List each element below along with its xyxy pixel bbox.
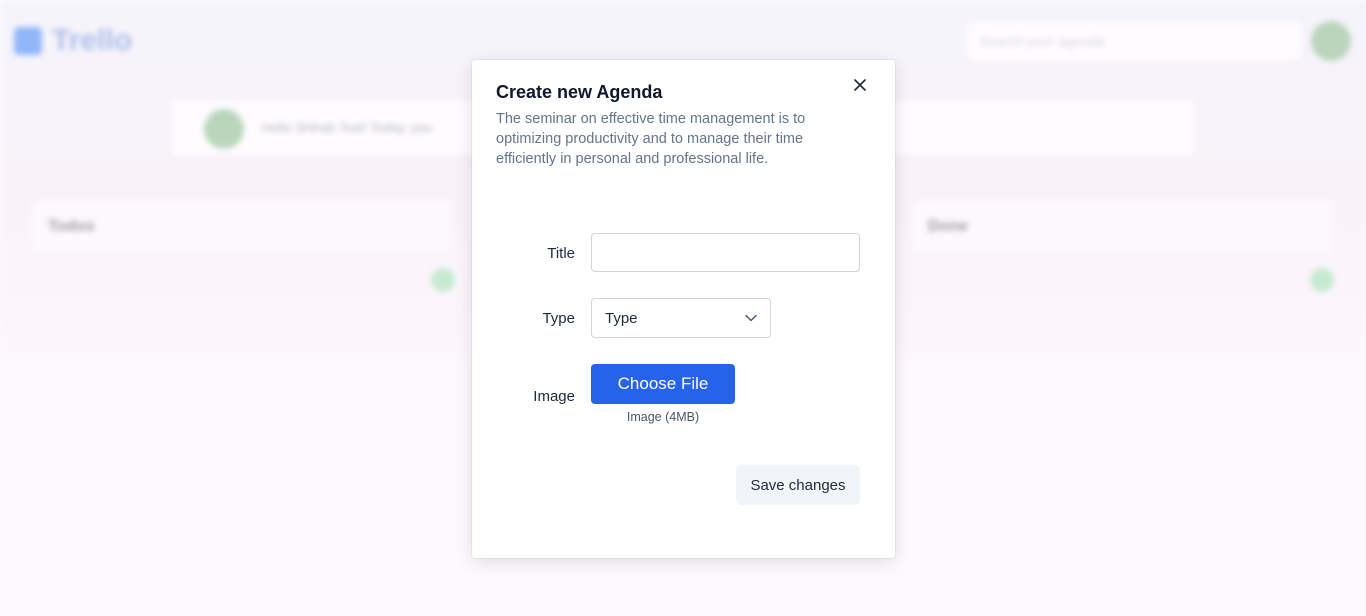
- banner-avatar: [204, 109, 244, 149]
- image-label: Image: [533, 388, 575, 405]
- type-select-value: Type: [605, 309, 638, 327]
- add-card-icon: [431, 268, 455, 292]
- avatar: [1311, 21, 1351, 61]
- chevron-down-icon: [745, 309, 757, 327]
- modal-description: The seminar on effective time management…: [496, 111, 806, 167]
- choose-file-button[interactable]: Choose File: [591, 364, 735, 404]
- title-label: Title: [547, 245, 575, 262]
- logo-text: Trello: [52, 24, 133, 57]
- app-logo: Trello: [14, 24, 132, 58]
- title-input[interactable]: [591, 233, 860, 272]
- modal-title: Create new Agenda: [496, 82, 663, 102]
- search-input: Search your agenda: [967, 22, 1301, 60]
- add-card-icon: [1310, 268, 1334, 292]
- column-title: Todos: [48, 218, 95, 235]
- type-select[interactable]: Type: [591, 298, 771, 338]
- banner-text: Hello Shihab Tool! Today, you: [262, 120, 432, 135]
- column-done: Done: [912, 200, 1334, 254]
- save-changes-button[interactable]: Save changes: [736, 465, 860, 505]
- image-size-hint: Image (4MB): [626, 410, 700, 424]
- close-icon[interactable]: [851, 76, 869, 94]
- column-title: Done: [928, 218, 968, 235]
- type-label: Type: [542, 310, 575, 327]
- column-todos: Todos: [32, 200, 450, 254]
- logo-icon: [14, 27, 42, 55]
- create-agenda-modal: Create new Agenda The seminar on effecti…: [472, 60, 895, 558]
